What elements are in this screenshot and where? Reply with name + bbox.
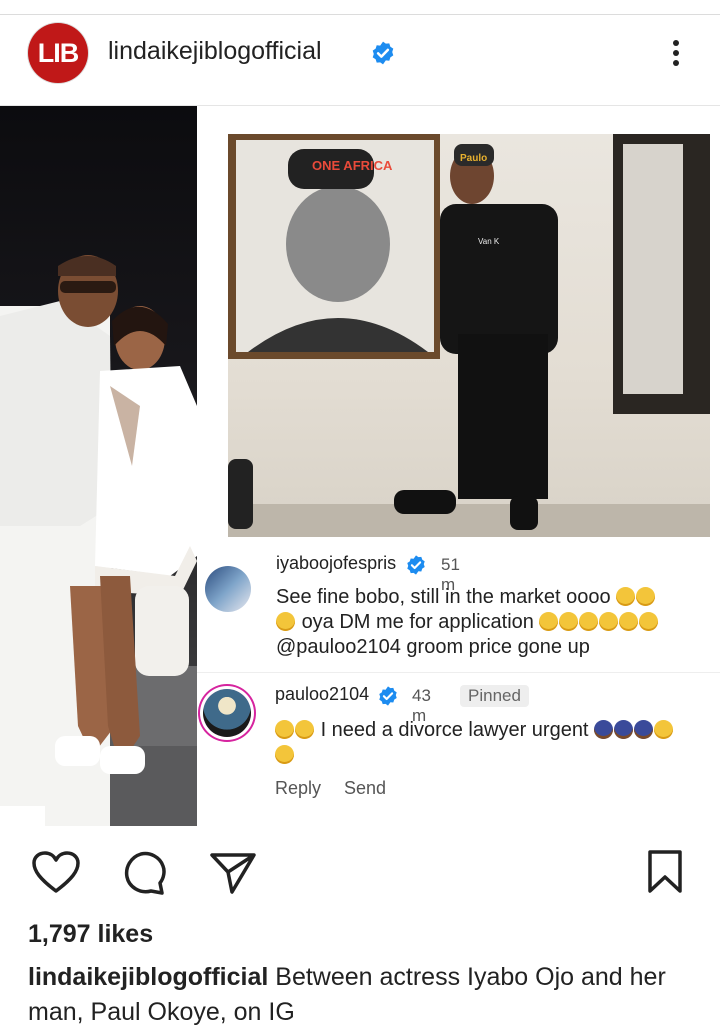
comment-line-1: See fine bobo, still in the market oooo bbox=[276, 586, 611, 608]
caption-username[interactable]: lindaikejiblogofficial bbox=[28, 963, 268, 991]
rofl-emoji-icon bbox=[599, 612, 619, 631]
avatar-logo-text: LIB bbox=[37, 37, 79, 68]
verified-badge-icon bbox=[407, 555, 425, 575]
commenter-username[interactable]: pauloo2104 bbox=[275, 684, 369, 705]
couple-illustration bbox=[0, 255, 197, 826]
rofl-emoji-icon bbox=[619, 612, 639, 631]
person-emoji-icon bbox=[634, 720, 654, 739]
post-header: LIB lindaikejiblogofficial bbox=[0, 15, 720, 105]
person-emoji-icon bbox=[594, 720, 614, 739]
comment-text: I need a divorce lawyer urgent bbox=[275, 718, 715, 768]
shirt-logo-text: Van K bbox=[478, 237, 500, 246]
tongue-emoji-icon bbox=[559, 612, 579, 631]
cap-logo-text: Paulo bbox=[460, 153, 487, 164]
sweat-smile-emoji-icon bbox=[276, 612, 295, 631]
commenter-username[interactable]: iyaboojofespris bbox=[276, 553, 396, 574]
post-caption: lindaikejiblogofficial Between actress I… bbox=[28, 960, 698, 1030]
send-icon[interactable] bbox=[208, 850, 258, 896]
weary-emoji-icon bbox=[295, 720, 314, 739]
upside-down-emoji-icon bbox=[275, 745, 294, 764]
verified-badge-icon bbox=[379, 686, 397, 706]
zany-emoji-icon bbox=[539, 612, 559, 631]
comment-body: I need a divorce lawyer urgent bbox=[320, 719, 589, 741]
comment-icon[interactable] bbox=[120, 849, 168, 897]
verified-badge-icon bbox=[372, 41, 394, 65]
likes-count[interactable]: 1,797 likes bbox=[28, 920, 153, 949]
rofl-emoji-icon bbox=[636, 587, 656, 606]
comment-line-3: @pauloo2104 groom price gone up bbox=[276, 636, 590, 658]
post-image[interactable]: ONE AFRICA Paulo Van K iyaboojofespris 5… bbox=[0, 106, 720, 826]
comment-divider bbox=[197, 672, 720, 673]
bookmark-icon[interactable] bbox=[646, 849, 684, 895]
person-emoji-icon bbox=[614, 720, 634, 739]
upside-down-emoji-icon bbox=[654, 720, 674, 739]
commenter-avatar[interactable] bbox=[203, 689, 251, 737]
pinned-badge: Pinned bbox=[460, 685, 529, 707]
man-with-portrait-photo: ONE AFRICA Paulo Van K bbox=[228, 134, 710, 537]
send-link[interactable]: Send bbox=[344, 778, 386, 799]
weary-emoji-icon bbox=[275, 720, 294, 739]
couple-photo bbox=[0, 106, 197, 826]
painting-cap-text: ONE AFRICA bbox=[312, 158, 393, 173]
heart-icon[interactable] bbox=[30, 849, 82, 895]
portrait-illustration: ONE AFRICA Paulo Van K bbox=[228, 134, 710, 537]
account-username[interactable]: lindaikejiblogofficial bbox=[108, 37, 322, 66]
laughing-emoji-icon bbox=[616, 587, 636, 606]
more-options-icon[interactable] bbox=[664, 37, 688, 73]
reply-link[interactable]: Reply bbox=[275, 778, 321, 799]
comment-line-2: oya DM me for application bbox=[301, 611, 534, 633]
rofl-emoji-icon bbox=[639, 612, 659, 631]
account-avatar[interactable]: LIB bbox=[28, 23, 88, 83]
commenter-avatar[interactable] bbox=[205, 566, 251, 612]
laughing-emoji-icon bbox=[579, 612, 599, 631]
comment-text: See fine bobo, still in the market oooo … bbox=[276, 585, 716, 660]
